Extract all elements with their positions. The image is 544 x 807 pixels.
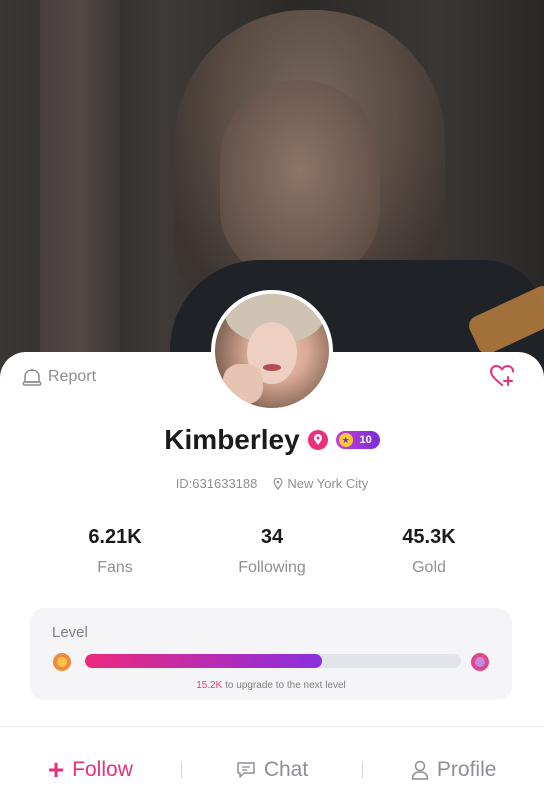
stat-label: Fans [97,559,133,576]
stat-value: 34 [260,526,284,548]
level-note: 15.2K to upgrade to the next level [30,680,512,691]
divider [0,726,544,727]
chat-bubble-icon [237,762,255,778]
profile-meta: ID:631633188 New York City [0,476,544,491]
location-text: New York City [287,476,369,491]
profile-card [0,352,544,807]
action-bar: + Follow Chat Profile [0,740,544,800]
stat-following[interactable]: 34 Following [197,526,347,577]
level-title: Level [52,624,88,641]
level-progress-bar [85,654,461,668]
profile-label: Profile [436,758,497,781]
profile-button[interactable]: Profile [363,758,544,782]
current-level-icon [53,653,71,671]
chat-label: Chat [263,758,309,781]
star-icon: ★ [338,433,353,447]
stat-fans[interactable]: 6.21K Fans [40,526,190,577]
stat-value: 6.21K [88,526,142,548]
report-icon [22,369,42,386]
stat-value: 45.3K [402,526,456,548]
plus-icon: + [47,754,65,785]
level-note-text: to upgrade to the next level [222,680,346,691]
level-badge: ★ 10 [335,431,380,449]
name-row: Kimberley ★ 10 [0,424,544,456]
user-icon [411,760,429,780]
avatar[interactable] [211,290,333,412]
user-id: ID:631633188 [175,476,258,491]
cover-background-door [40,0,120,380]
stat-label: Gold [412,559,446,576]
stats-row: 6.21K Fans 34 Following 45.3K Gold [40,526,504,577]
location-pin-icon [273,477,283,490]
stat-label: Following [238,559,306,576]
report-button[interactable]: Report [22,367,96,387]
level-progress-fill [85,654,322,668]
follow-button[interactable]: + Follow [0,756,181,784]
stat-gold[interactable]: 45.3K Gold [354,526,504,577]
level-panel: Level 15.2K to upgrade to the next level [30,608,512,700]
report-label: Report [48,368,97,385]
location-badge-icon [307,430,328,450]
heart-plus-icon[interactable] [489,363,515,389]
follow-label: Follow [72,758,133,781]
location: New York City [273,476,368,491]
chat-button[interactable]: Chat [182,758,363,782]
cover-subject-face [220,80,380,280]
level-badge-value: 10 [359,434,372,446]
level-remaining: 15.2K [196,680,223,691]
profile-name: Kimberley [164,424,300,455]
next-level-icon [471,653,489,671]
